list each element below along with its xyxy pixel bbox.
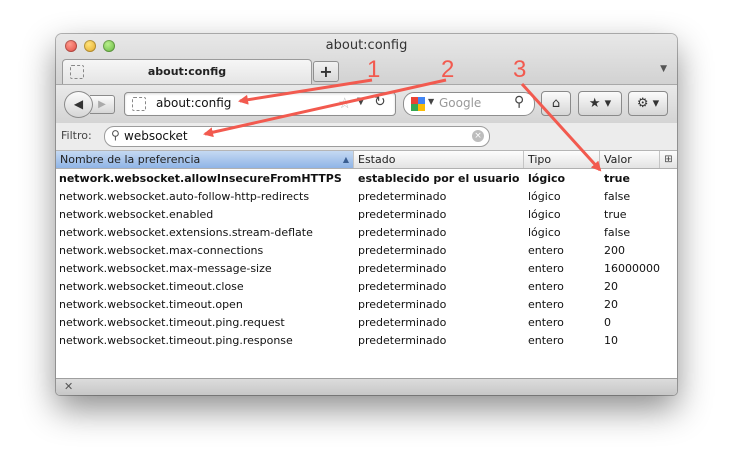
table-row[interactable]: network.websocket.enabled predeterminado… <box>56 205 677 223</box>
search-icon: ⚲ <box>111 128 120 142</box>
url-text: about:config <box>156 96 232 110</box>
tab-about-config[interactable]: about:config <box>62 59 312 85</box>
clear-filter-icon[interactable]: × <box>472 130 484 142</box>
table-row[interactable]: network.websocket.auto-follow-http-redir… <box>56 187 677 205</box>
column-picker-icon[interactable]: ⊞ <box>660 151 677 168</box>
new-tab-button[interactable]: + <box>313 61 339 82</box>
search-icon[interactable]: ⚲ <box>514 94 524 110</box>
tab-label: about:config <box>147 65 227 78</box>
table-row[interactable]: network.websocket.timeout.open predeterm… <box>56 295 677 313</box>
filter-value: websocket <box>124 129 188 143</box>
table-row[interactable]: network.websocket.allowInsecureFromHTTPS… <box>56 169 677 187</box>
search-placeholder: Google <box>439 96 482 110</box>
column-header-name[interactable]: Nombre de la preferencia ▲ <box>56 151 354 168</box>
table-row[interactable]: network.websocket.max-connections predet… <box>56 241 677 259</box>
table-header: Nombre de la preferencia ▲ Estado Tipo V… <box>56 151 677 169</box>
url-bar[interactable]: about:config ☆ ▼ ↻ <box>124 92 396 116</box>
back-forward-group: ▶ ◀ <box>64 91 118 118</box>
url-history-dropdown-icon[interactable]: ▼ <box>357 96 365 107</box>
table-row[interactable]: network.websocket.extensions.stream-defl… <box>56 223 677 241</box>
bookmark-star-icon[interactable]: ☆ <box>338 94 351 112</box>
tab-list-icon[interactable]: ▼ <box>660 64 667 74</box>
google-icon[interactable] <box>411 97 425 111</box>
home-button[interactable]: ⌂ <box>541 91 571 116</box>
window-title: about:config <box>325 38 408 53</box>
reload-icon[interactable]: ↻ <box>374 94 386 110</box>
table-row[interactable]: network.websocket.max-message-size prede… <box>56 259 677 277</box>
filter-bar: Filtro: ⚲ websocket × <box>56 123 677 151</box>
search-bar[interactable]: ▼ Google ⚲ <box>403 92 535 116</box>
annotation-number-3: 3 <box>513 56 527 83</box>
preferences-table: Nombre de la preferencia ▲ Estado Tipo V… <box>56 151 677 378</box>
home-icon: ⌂ <box>551 96 561 111</box>
back-button[interactable]: ◀ <box>64 91 93 118</box>
browser-window: about:config about:config + ▼ ▶ ◀ about:… <box>56 34 677 395</box>
site-identity-icon <box>132 97 146 111</box>
annotation-number-1: 1 <box>367 56 381 83</box>
sort-ascending-icon: ▲ <box>342 155 349 164</box>
filter-input[interactable]: ⚲ websocket × <box>104 126 490 147</box>
status-bar: ✕ <box>56 378 677 395</box>
navigation-toolbar: ▶ ◀ about:config ☆ ▼ ↻ ▼ Google ⚲ ⌂ ★ ▾ … <box>56 84 677 124</box>
filter-label: Filtro: <box>61 129 92 142</box>
annotation-number-2: 2 <box>441 56 455 83</box>
close-icon[interactable]: ✕ <box>64 380 73 393</box>
column-header-valor[interactable]: Valor <box>600 151 660 168</box>
forward-button[interactable]: ▶ <box>90 95 115 114</box>
back-arrow-icon: ◀ <box>73 97 84 111</box>
column-header-estado[interactable]: Estado <box>354 151 524 168</box>
table-row[interactable]: network.websocket.timeout.ping.response … <box>56 331 677 349</box>
bookmarks-icon: ★ ▾ <box>588 96 612 111</box>
tools-button[interactable]: ⚙ ▾ <box>628 91 668 116</box>
search-engine-dropdown-icon[interactable]: ▼ <box>428 97 434 106</box>
tools-icon: ⚙ ▾ <box>636 96 660 111</box>
forward-arrow-icon: ▶ <box>98 99 106 110</box>
table-row[interactable]: network.websocket.timeout.ping.request p… <box>56 313 677 331</box>
column-header-tipo[interactable]: Tipo <box>524 151 600 168</box>
table-row[interactable]: network.websocket.timeout.close predeter… <box>56 277 677 295</box>
bookmarks-button[interactable]: ★ ▾ <box>578 91 622 116</box>
